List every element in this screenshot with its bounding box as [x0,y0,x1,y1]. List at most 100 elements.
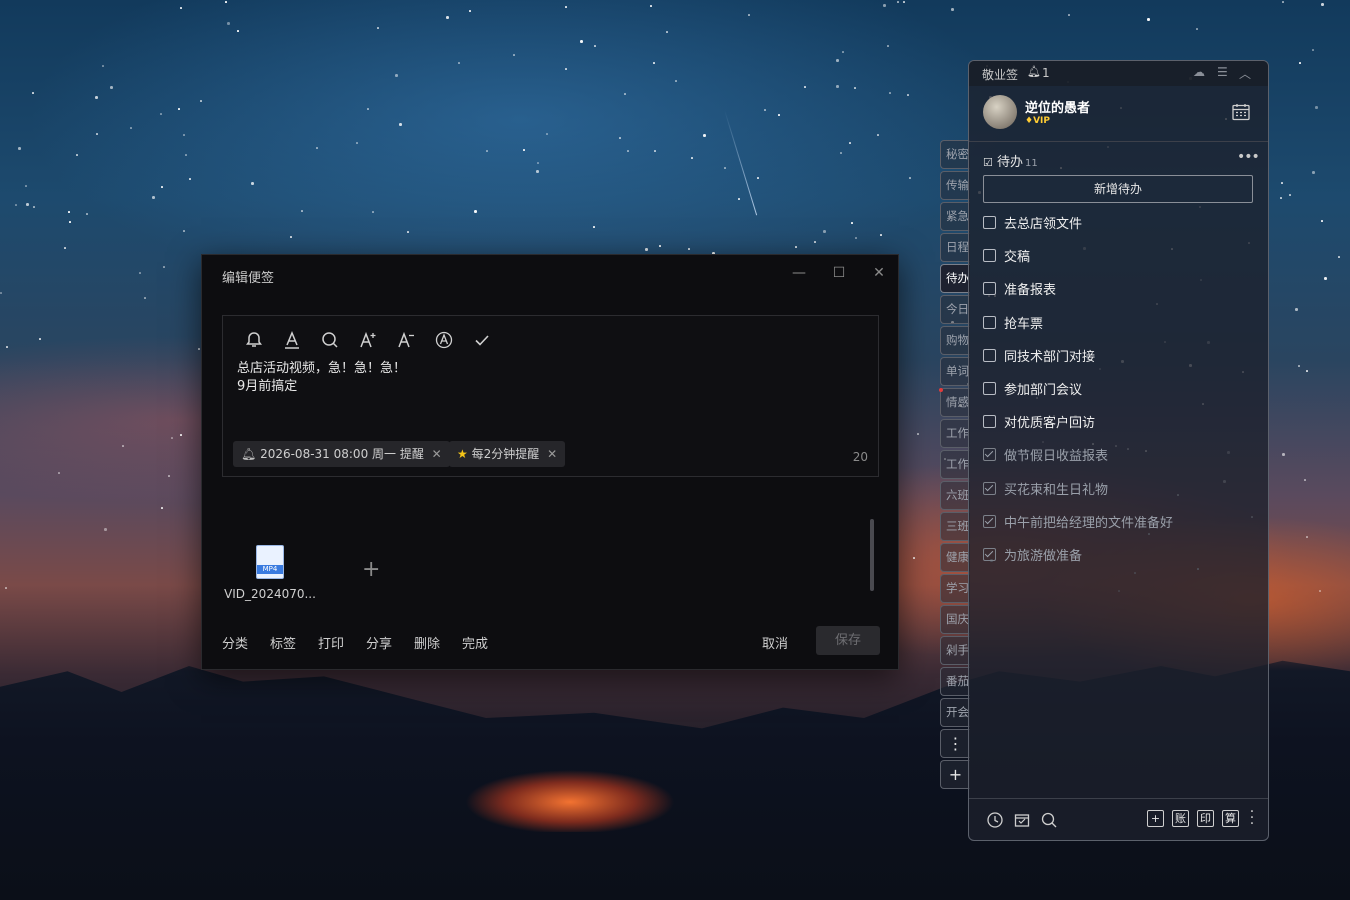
minimize-button[interactable]: — [789,263,809,283]
category-button[interactable]: 分类 [222,633,248,652]
more-tabs-button[interactable]: ⋮ [940,729,970,758]
account-button[interactable]: 账 [1172,810,1189,827]
category-tab[interactable]: 紧急 [940,202,970,231]
add-category-button[interactable]: + [940,760,970,789]
remove-repeat-icon[interactable]: ✕ [547,447,557,461]
checked-checkbox[interactable] [983,548,996,561]
category-tab[interactable]: 今日 [940,295,970,324]
star [738,198,740,200]
close-button[interactable]: ✕ [869,263,889,283]
category-tab[interactable]: 工作 [940,419,970,448]
font-decrease-icon[interactable] [395,330,417,352]
avatar[interactable] [983,95,1017,129]
scrollbar[interactable] [870,519,874,591]
category-tab[interactable]: 三班 [940,512,970,541]
calculator-button[interactable]: 算 [1222,810,1239,827]
category-tab[interactable]: 学习 [940,574,970,603]
notification-bell-icon[interactable]: 🔔︎ [1027,65,1041,78]
category-tab[interactable]: 六班 [940,481,970,510]
todo-item[interactable]: 交稿 [983,249,1030,267]
checked-checkbox[interactable] [983,481,996,495]
attachment-item[interactable]: MP4 VID_2024070... [224,545,316,601]
star [565,68,567,70]
print-button[interactable]: 打印 [318,633,344,652]
todo-item[interactable]: 参加部门会议 [983,382,1082,400]
checkbox[interactable] [983,282,996,296]
new-todo-button[interactable]: 新增待办 [983,175,1253,203]
checkbox[interactable] [983,216,996,229]
cloud-sync-icon[interactable]: ☁ [1193,65,1205,79]
category-tab[interactable]: 传输 [940,171,970,200]
star [1321,3,1324,6]
category-tab[interactable]: 待办 [940,264,970,293]
add-note-button[interactable]: + [1147,810,1164,827]
star [764,109,766,111]
username[interactable]: 逆位的愚者 [1025,97,1090,116]
font-increase-icon[interactable] [357,330,379,352]
reminder-chip[interactable]: 🔔︎ 2026-08-31 08:00 周一 提醒 ✕ [233,441,450,467]
font-color-icon[interactable] [281,330,303,352]
remove-reminder-icon[interactable]: ✕ [432,447,442,461]
search-icon[interactable] [319,330,341,352]
reminder-bell-icon[interactable] [243,330,265,352]
category-tab[interactable]: 开会 [940,698,970,727]
todo-item[interactable]: 买花束和生日礼物 [983,481,1108,500]
todo-item[interactable]: 同技术部门对接 [983,348,1095,367]
star [144,297,146,299]
category-tab[interactable]: 购物 [940,326,970,355]
category-tab[interactable]: 单词 [940,357,970,386]
more-options-icon[interactable]: ••• [1237,149,1260,165]
done-button[interactable]: 完成 [462,633,488,652]
category-tab[interactable]: 工作 [940,450,970,479]
todo-item[interactable]: 中午前把给经理的文件准备好 [983,514,1173,533]
checkbox[interactable] [983,249,996,263]
checked-checkbox[interactable] [983,448,996,462]
category-tab[interactable]: 国庆 [940,605,970,634]
tag-button[interactable]: 标签 [270,633,296,652]
star [823,230,826,233]
todo-item[interactable]: 去总店领文件 [983,216,1082,234]
star [627,150,629,152]
menu-icon[interactable]: ☰ [1217,65,1228,79]
star [152,196,155,199]
todo-label: 交稿 [1004,250,1031,266]
star [887,45,889,47]
save-button[interactable]: 保存 [816,626,880,655]
todo-item[interactable]: 做节假日收益报表 [983,448,1108,466]
cancel-button[interactable]: 取消 [762,633,788,652]
add-attachment-icon[interactable]: + [362,559,380,581]
search-icon[interactable] [1040,811,1058,829]
checkmark-icon[interactable] [471,330,493,352]
checkbox[interactable] [983,382,996,395]
note-content[interactable]: 总店活动视频，急！急！急！ 9月前搞定 [237,360,406,396]
more-vertical-icon[interactable]: · · · [1249,805,1255,831]
delete-button[interactable]: 删除 [414,633,440,652]
category-tab[interactable]: 秘密 [940,140,970,169]
todo-item[interactable]: 抢车票 [983,315,1043,334]
star [301,210,303,212]
checked-checkbox[interactable] [983,514,996,528]
note-editor[interactable]: 总店活动视频，急！急！急！ 9月前搞定 🔔︎ 2026-08-31 08:00 … [222,315,879,477]
category-tab[interactable]: 剁手 [940,636,970,665]
todo-item[interactable]: 准备报表 [983,282,1056,300]
todo-item[interactable]: 为旅游做准备 [983,548,1082,566]
category-tab[interactable]: 健康 [940,543,970,572]
clear-format-icon[interactable] [433,330,455,352]
category-tab[interactable]: 番茄 [940,667,970,696]
star [619,137,621,139]
todo-item[interactable]: 对优质客户回访 [983,415,1095,433]
calendar-icon[interactable] [1231,102,1251,122]
share-button[interactable]: 分享 [366,633,392,652]
maximize-button[interactable]: ☐ [829,263,849,283]
print-stamp-button[interactable]: 印 [1197,810,1214,827]
collapse-icon[interactable]: ︿ [1239,65,1251,82]
checkbox[interactable] [983,348,996,362]
category-tab[interactable]: 日程 [940,233,970,262]
history-clock-icon[interactable] [986,811,1004,829]
repeat-chip[interactable]: ★ 每2分钟提醒 ✕ [449,441,566,467]
checkbox[interactable] [983,315,996,329]
checkbox[interactable] [983,415,996,429]
archive-icon[interactable] [1013,811,1031,829]
category-tab[interactable]: 情感 [940,388,970,417]
star [854,87,856,89]
